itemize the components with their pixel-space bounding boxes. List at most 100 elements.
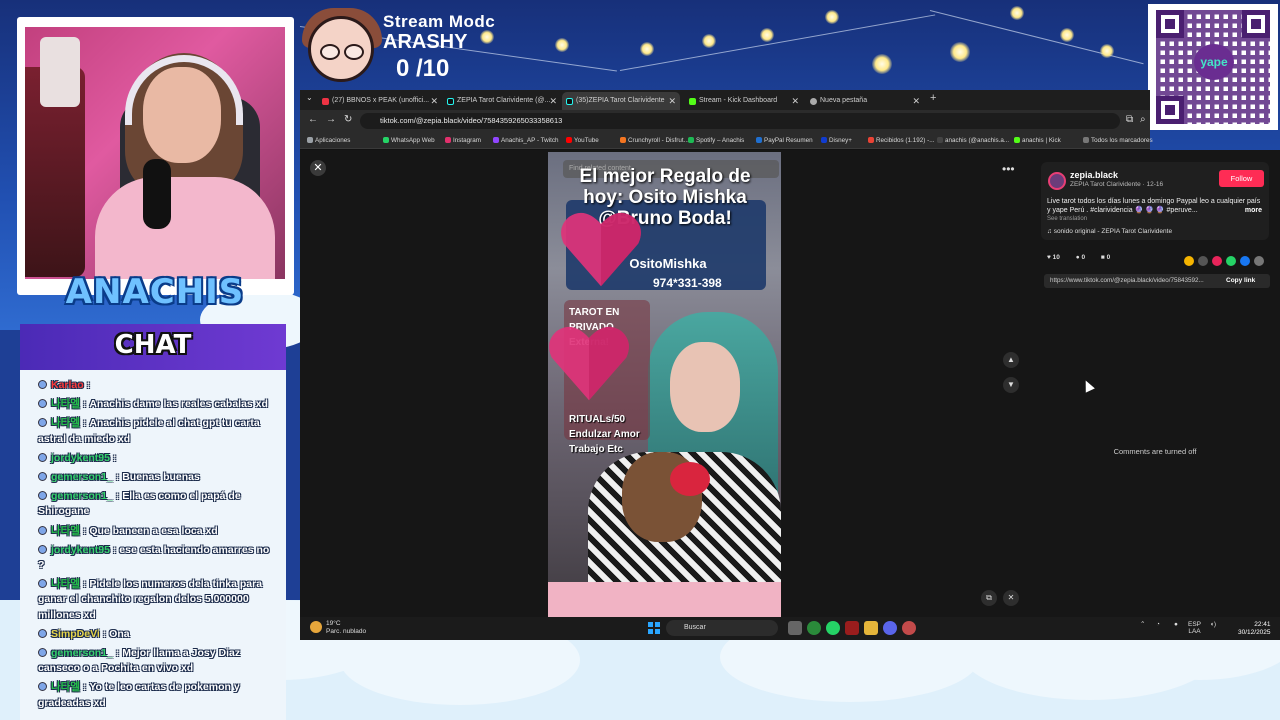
- close-icon[interactable]: ✕: [912, 92, 920, 110]
- bookmark-item[interactable]: YouTube: [565, 132, 599, 149]
- comments-off-notice: Comments are turned off: [1113, 447, 1197, 456]
- next-video-icon[interactable]: ▼: [1003, 377, 1019, 393]
- tab-bbnos[interactable]: (27) BBNOS x PEAK (unoffici... ✕: [318, 92, 442, 110]
- qr-code: yape: [1148, 4, 1278, 130]
- all-bookmarks[interactable]: Todos los marcadores: [1082, 132, 1153, 149]
- chat-badge-icon: [38, 525, 47, 535]
- chat-username[interactable]: 나타엘: [51, 681, 80, 693]
- clock-time: 22:41: [1254, 621, 1271, 628]
- bookmark-item[interactable]: anachis | Kick: [1013, 132, 1061, 149]
- chat-username[interactable]: Karlao: [51, 379, 84, 391]
- tab-kick-dashboard[interactable]: Stream - Kick Dashboard ✕: [685, 92, 803, 110]
- bookmark-item[interactable]: Aplicaciones: [306, 132, 350, 149]
- chat-username[interactable]: jordykent95: [51, 452, 110, 464]
- save-count[interactable]: ■ 0: [1101, 254, 1110, 261]
- embed-icon[interactable]: [1198, 256, 1208, 266]
- chat-username[interactable]: gemerson1_: [51, 490, 113, 502]
- chat-message: gemerson1_ : Buenas buenas: [38, 470, 270, 485]
- keyboard-language[interactable]: ESP LAA: [1188, 621, 1201, 635]
- close-icon[interactable]: ✕: [791, 92, 799, 110]
- tiktok-video[interactable]: Find related content El mejor Regalo de …: [548, 152, 781, 618]
- bookmark-item[interactable]: Anachis_AP - Twitch: [492, 132, 559, 149]
- chat-message: gemerson1_ : Mejor llama a Josy Diaz can…: [38, 646, 270, 676]
- facebook-icon[interactable]: [1240, 256, 1250, 266]
- new-tab-plus-icon[interactable]: +: [930, 92, 936, 104]
- chat-username[interactable]: SimpDeVi: [51, 628, 100, 640]
- copy-link-button[interactable]: Copy link: [1226, 274, 1255, 288]
- chat-username[interactable]: gemerson1_: [51, 471, 113, 483]
- sound-link[interactable]: ♫ sonido original - ZEPIA Tarot Clarivid…: [1047, 228, 1172, 235]
- light-bulb: [825, 10, 839, 24]
- more-options-icon[interactable]: •••: [1002, 162, 1015, 176]
- chat-badge-icon: [38, 452, 47, 462]
- tray-chevron-icon[interactable]: ⌃: [1140, 621, 1145, 628]
- whatsapp-icon[interactable]: [1226, 256, 1236, 266]
- like-count[interactable]: ♥ 10: [1047, 254, 1060, 261]
- bookmark-item[interactable]: Instagram: [444, 132, 481, 149]
- tab-search-icon[interactable]: ⌄: [306, 93, 313, 102]
- close-icon[interactable]: ✕: [430, 92, 438, 110]
- chat-username[interactable]: jordykent95: [51, 544, 110, 556]
- mute-icon[interactable]: ✕: [1003, 590, 1019, 606]
- tray-volume-icon[interactable]: ◖): [1210, 621, 1216, 628]
- chat-username[interactable]: gemerson1_: [51, 647, 113, 659]
- previous-video-icon[interactable]: ▲: [1003, 352, 1019, 368]
- chat-separator: :: [109, 451, 117, 464]
- url-field[interactable]: tiktok.com/@zepia.black/video/7584359265…: [360, 113, 1120, 129]
- reload-icon[interactable]: ↻: [344, 114, 352, 125]
- send-icon[interactable]: [1212, 256, 1222, 266]
- windows-start-icon[interactable]: [648, 622, 660, 634]
- forward-arrow-icon[interactable]: →: [326, 114, 336, 125]
- whatsapp-icon[interactable]: [826, 621, 840, 635]
- chrome-icon[interactable]: [807, 621, 821, 635]
- light-bulb: [640, 42, 654, 56]
- bookmark-item[interactable]: WhatsApp Web: [382, 132, 435, 149]
- see-translation-link[interactable]: See translation: [1047, 216, 1087, 222]
- close-viewer-icon[interactable]: ✕: [310, 160, 326, 176]
- bookmark-item[interactable]: Crunchyroll - Disfrut...: [619, 132, 689, 149]
- tab-zepia[interactable]: ZEPIA Tarot Clarividente (@... ✕: [443, 92, 561, 110]
- chat-username[interactable]: 나타엘: [51, 417, 80, 429]
- chat-badge-icon: [38, 628, 47, 638]
- illustrator-icon[interactable]: [845, 621, 859, 635]
- more-link[interactable]: more: [1245, 206, 1262, 215]
- chat-username[interactable]: 나타엘: [51, 578, 80, 590]
- tray-network-icon[interactable]: ◔: [1156, 621, 1160, 628]
- taskbar-search[interactable]: Buscar: [666, 620, 778, 636]
- bookmark-item[interactable]: Disney+: [820, 132, 852, 149]
- taskbar-clock[interactable]: 22:41 30/12/2025: [1238, 621, 1271, 636]
- author-username[interactable]: zepia.black: [1070, 170, 1118, 180]
- follow-button[interactable]: Follow: [1219, 170, 1264, 187]
- picture-in-picture-icon[interactable]: ⧉: [981, 590, 997, 606]
- chat-separator: :: [112, 490, 123, 503]
- back-arrow-icon[interactable]: ←: [308, 114, 318, 125]
- file-explorer-icon[interactable]: [864, 621, 878, 635]
- zoom-icon[interactable]: ⌕: [1140, 114, 1146, 125]
- chat-separator: :: [79, 417, 90, 430]
- chat-username[interactable]: 나타엘: [51, 525, 80, 537]
- bookmark-item[interactable]: PayPal Resumen: [755, 132, 813, 149]
- comment-count[interactable]: ● 0: [1076, 254, 1085, 261]
- task-view-icon[interactable]: [788, 621, 802, 635]
- chat-badge-icon: [38, 491, 47, 501]
- chat-message: gemerson1_ : Ella es como el papá de Shi…: [38, 489, 270, 519]
- streamer-name-logo: ANACHIS: [65, 272, 245, 312]
- tab-new[interactable]: Nueva pestaña ✕: [806, 92, 924, 110]
- install-icon[interactable]: ⧉: [1126, 114, 1133, 125]
- app-icon[interactable]: [902, 621, 916, 635]
- tray-mic-icon[interactable]: ●: [1174, 621, 1178, 628]
- chat-separator: :: [79, 681, 90, 694]
- bookmark-item[interactable]: anachis (@anachis.a...: [936, 132, 1009, 149]
- share-arrow-icon[interactable]: [1254, 256, 1264, 266]
- chat-username[interactable]: 나타엘: [51, 398, 80, 410]
- tab-zepia-active[interactable]: (35)ZEPIA Tarot Clarividente ✕: [562, 92, 680, 110]
- chat-separator: :: [112, 471, 123, 484]
- bookmark-item[interactable]: Spotify – Anachis: [687, 132, 744, 149]
- close-icon[interactable]: ✕: [549, 92, 557, 110]
- discord-icon[interactable]: [883, 621, 897, 635]
- author-avatar[interactable]: [1048, 172, 1066, 190]
- bookmark-item[interactable]: Recibidos (1.192) -...: [867, 132, 934, 149]
- coin-icon[interactable]: [1184, 256, 1194, 266]
- close-icon[interactable]: ✕: [668, 92, 676, 110]
- weather-widget[interactable]: 19°C Parc. nublado: [310, 620, 366, 636]
